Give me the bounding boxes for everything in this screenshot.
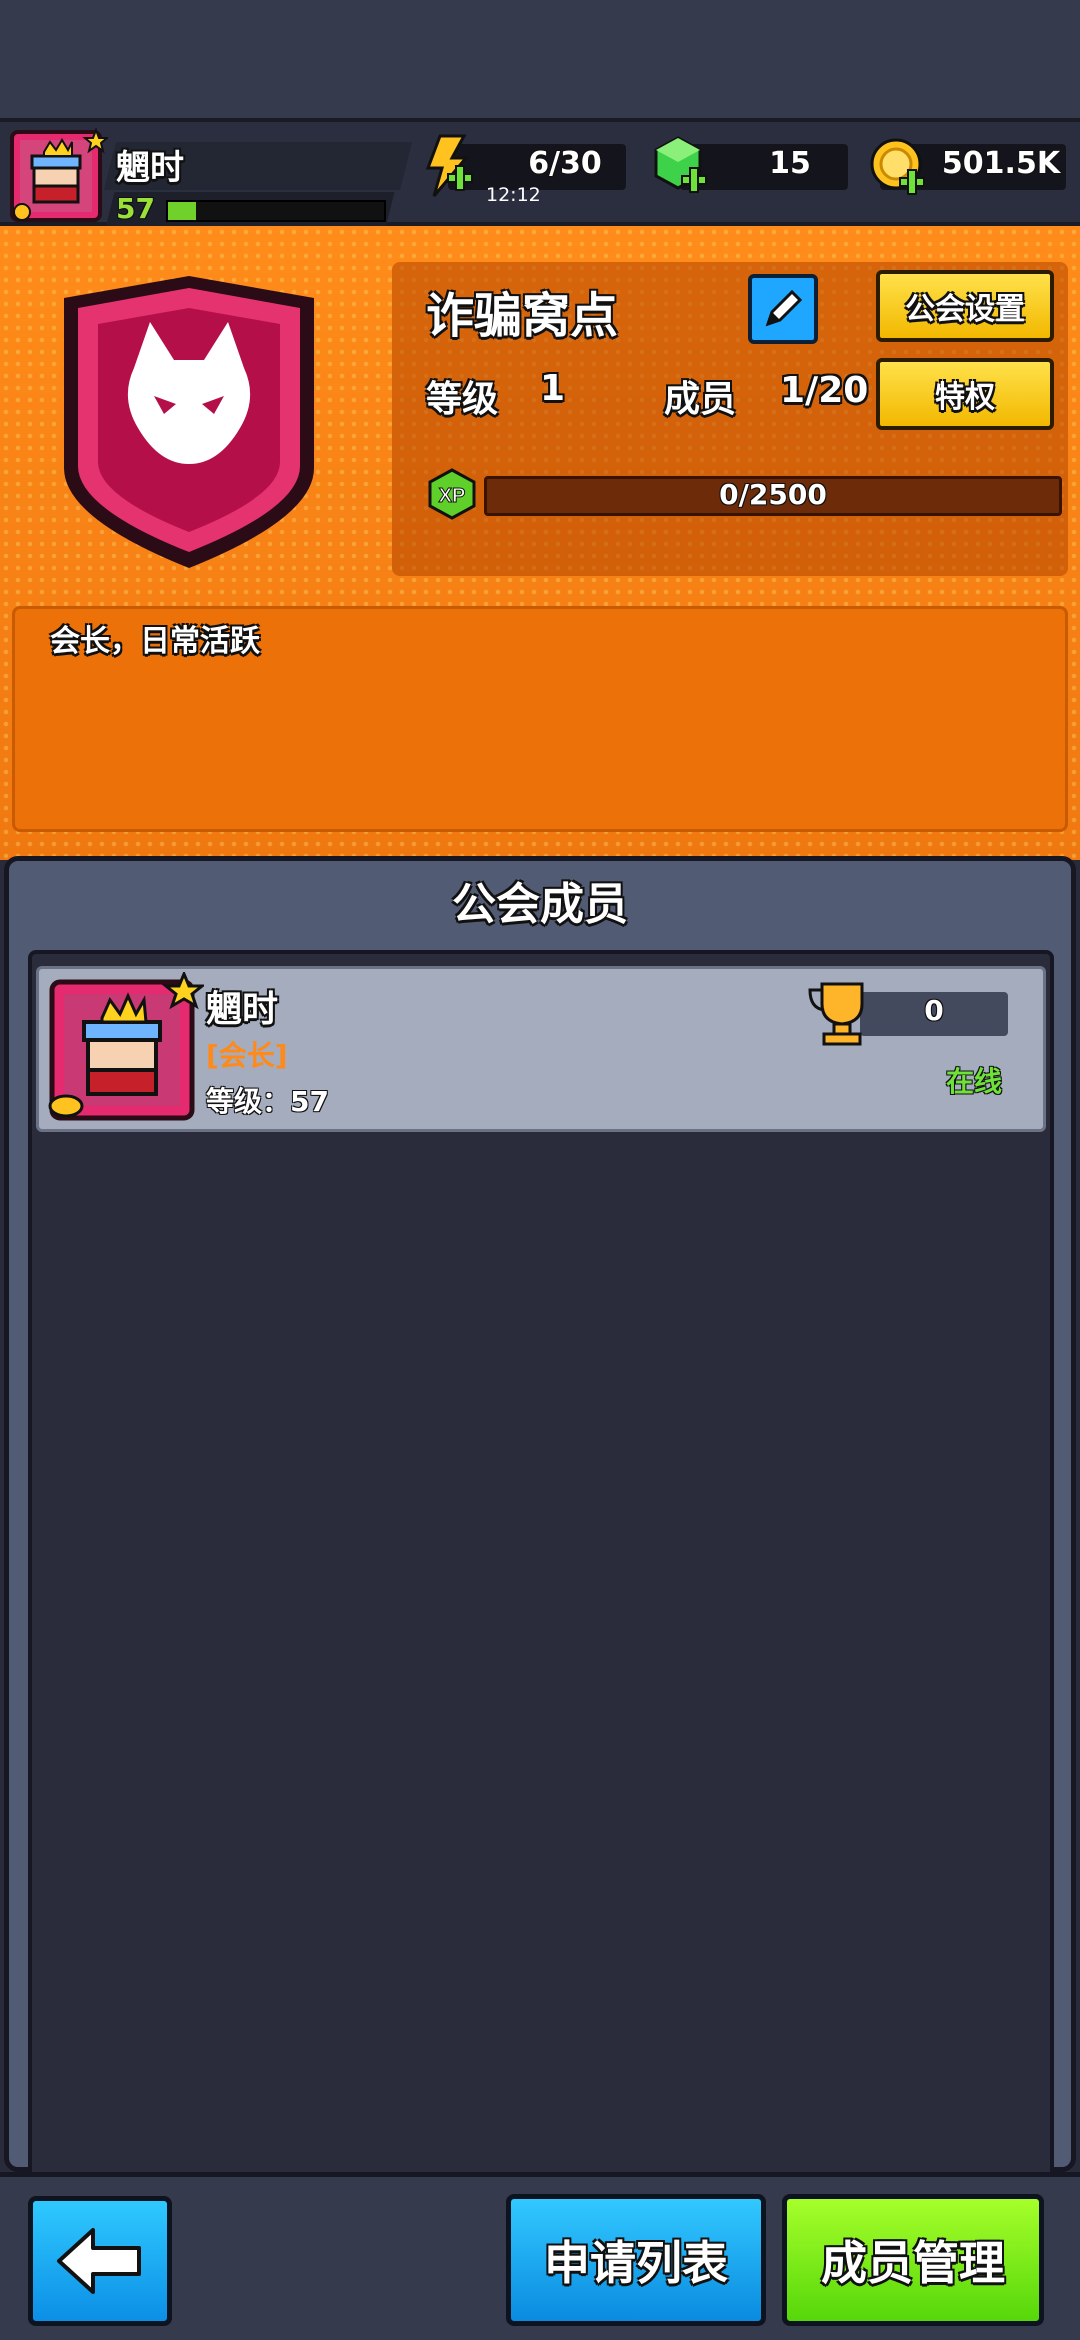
player-level-bar-fill [168, 202, 197, 220]
xp-badge-text: XP [439, 485, 466, 507]
energy-value: 6/30 [528, 146, 602, 181]
guild-level-value: 1 [540, 368, 566, 409]
member-avatar[interactable] [44, 970, 207, 1128]
guild-xp-text: 0/2500 [719, 478, 827, 511]
back-button[interactable] [28, 2196, 172, 2326]
energy-timer: 12:12 [486, 184, 541, 206]
member-level: 等级：57 [206, 1085, 329, 1118]
player-avatar[interactable] [8, 126, 110, 226]
member-online-status: 在线 [946, 1065, 1003, 1098]
arrow-left-icon [57, 2228, 141, 2294]
guild-description: 会长，日常活跃 [50, 624, 260, 659]
guild-level-label: 等级 [426, 379, 499, 420]
status-strip [0, 0, 1080, 118]
xp-badge-icon: XP [426, 468, 478, 520]
guild-perks-button[interactable]: 特权 [876, 358, 1054, 430]
player-name: 魍时 [116, 148, 184, 188]
gem-value: 15 [769, 146, 811, 181]
member-role: [会长] [206, 1039, 288, 1072]
member-manage-button[interactable]: 成员管理 [782, 2194, 1044, 2326]
player-level: 57 [116, 192, 155, 225]
member-trophy-value: 0 [924, 994, 944, 1027]
members-list[interactable] [28, 950, 1054, 2180]
edit-guild-button[interactable] [748, 274, 818, 344]
members-title: 公会成员 [452, 879, 628, 930]
guild-settings-button[interactable]: 公会设置 [876, 270, 1054, 342]
gem-icon[interactable] [650, 134, 710, 198]
guild-emblem [44, 268, 334, 578]
player-level-bar [166, 200, 386, 222]
pencil-icon [765, 289, 803, 327]
guild-members-label: 成员 [664, 379, 737, 420]
coin-icon[interactable] [868, 136, 928, 200]
guild-members-value: 1/20 [780, 370, 869, 411]
guild-name: 诈骗窝点 [426, 288, 619, 344]
coin-value: 501.5K [941, 146, 1061, 181]
member-name: 魍时 [206, 989, 279, 1030]
apply-list-button[interactable]: 申请列表 [506, 2194, 766, 2326]
lightning-icon[interactable] [418, 134, 478, 198]
